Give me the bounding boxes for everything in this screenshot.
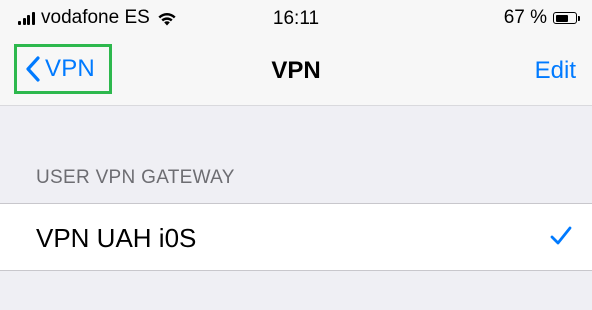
page-title: VPN	[271, 57, 321, 84]
checkmark-icon	[550, 226, 572, 246]
edit-button[interactable]: Edit	[535, 57, 576, 85]
battery-fill	[555, 14, 569, 22]
battery-percent: 67 %	[503, 7, 547, 28]
vpn-configuration-row[interactable]: VPN UAH i0S	[0, 203, 592, 271]
vpn-screen: vodafone ES 16:11 67 % VPN VPN Edit USER…	[0, 0, 592, 310]
status-right: 67 %	[503, 7, 580, 28]
battery-icon	[553, 12, 577, 24]
section-header: USER VPN GATEWAY	[36, 167, 235, 188]
battery-tip	[578, 15, 580, 21]
navigation-bar: VPN VPN Edit	[0, 36, 592, 106]
status-bar: vodafone ES 16:11 67 %	[0, 0, 592, 36]
vpn-configuration-label: VPN UAH i0S	[36, 223, 197, 253]
